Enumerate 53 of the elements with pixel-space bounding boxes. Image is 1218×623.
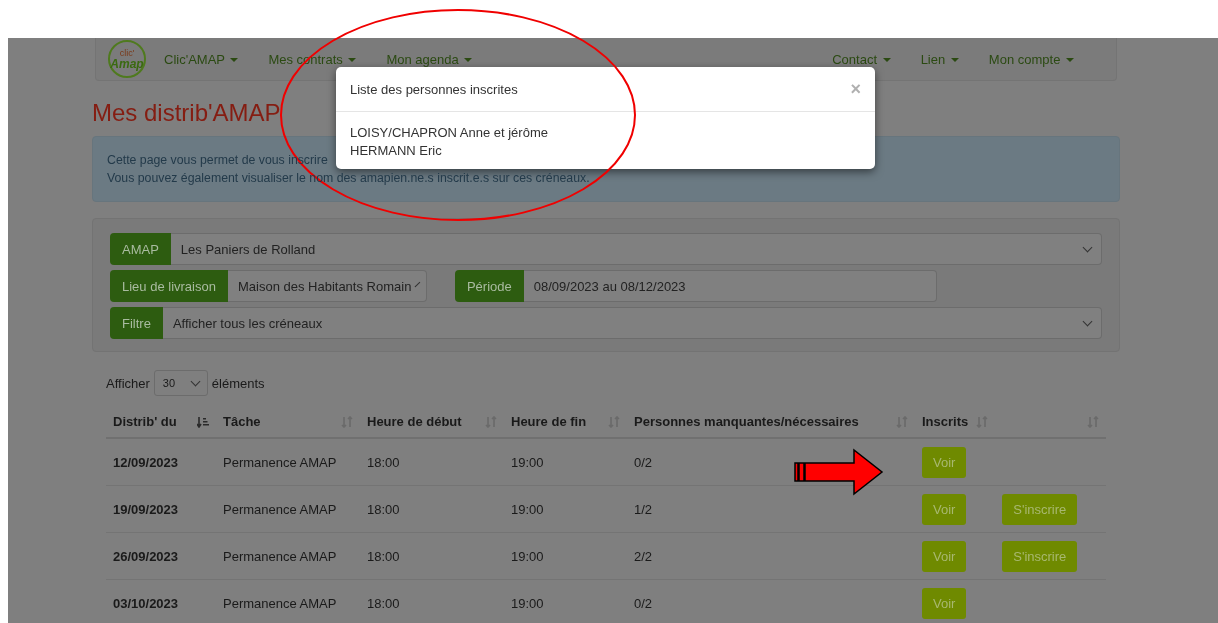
arrow-icon	[794, 448, 884, 496]
table-cell: Permanence AMAP	[216, 485, 360, 533]
table-cell: 0/2	[627, 579, 915, 623]
table-cell: 19:00	[504, 579, 627, 623]
column-header[interactable]: Heure de fin	[504, 406, 627, 438]
signup-button[interactable]: S'inscrire	[1002, 493, 1078, 525]
close-button[interactable]: ×	[850, 78, 861, 100]
length-label: éléments	[211, 375, 265, 391]
page-title: Mes distrib'AMAP	[92, 99, 282, 127]
table-cell: Permanence AMAP	[216, 532, 360, 580]
period-field[interactable]: 08/09/2023 au 08/12/2023	[523, 270, 937, 302]
field-label: Filtre	[110, 307, 163, 339]
person-name: LOISY/CHAPRON Anne et jérôme	[350, 124, 549, 142]
column-header[interactable]: Tâche	[216, 406, 360, 438]
table-cell: 18:00	[360, 532, 504, 580]
modal-title: Liste des personnes inscrites	[350, 81, 518, 97]
filter-select[interactable]: Afficher tous les créneaux	[162, 307, 1102, 339]
table-cell: 19/09/2023	[106, 485, 216, 533]
nav-menu[interactable]: Mon agenda	[386, 51, 473, 67]
table-cell: 19:00	[504, 438, 627, 486]
table-cell: Permanence AMAP	[216, 438, 360, 486]
field-label: AMAP	[110, 233, 171, 265]
person-name: HERMANN Eric	[350, 142, 443, 160]
nav-menu[interactable]: Contact	[832, 51, 891, 67]
location-select[interactable]: Maison des Habitants Romain	[227, 270, 427, 302]
table-cell: 18:00	[360, 485, 504, 533]
amap-select[interactable]: Les Paniers de Rolland	[170, 233, 1102, 265]
table-cell: 18:00	[360, 579, 504, 623]
table-cell: Permanence AMAP	[216, 579, 360, 623]
view-button[interactable]: Voir	[922, 493, 967, 525]
table-cell: 19:00	[504, 532, 627, 580]
nav-menu[interactable]: Lien	[920, 51, 959, 67]
table-cell: 19:00	[504, 485, 627, 533]
table-cell: 03/10/2023	[106, 579, 216, 623]
column-header[interactable]: Inscrits	[915, 406, 996, 438]
view-button[interactable]: Voir	[922, 446, 967, 478]
field-label: Période	[454, 270, 524, 302]
table-cell: 26/09/2023	[106, 532, 216, 580]
signup-button[interactable]: S'inscrire	[1002, 540, 1078, 572]
view-button[interactable]: Voir	[922, 587, 967, 619]
nav-menu[interactable]: Mon compte	[988, 51, 1074, 67]
table-cell: 18:00	[360, 438, 504, 486]
field-label: Lieu de livraison	[110, 270, 228, 302]
view-button[interactable]: Voir	[922, 540, 967, 572]
length-select[interactable]: 30	[153, 370, 208, 396]
column-header[interactable]: Personnes manquantes/nécessaires	[627, 406, 915, 438]
nav-menu[interactable]: Clic'AMAP	[164, 51, 239, 67]
column-header[interactable]: Distrib' du	[106, 406, 216, 438]
table-cell: 2/2	[627, 532, 915, 580]
table-cell: 12/09/2023	[106, 438, 216, 486]
length-label: Afficher	[106, 375, 150, 391]
column-header[interactable]: Heure de début	[360, 406, 504, 438]
logo[interactable]: clic' Amap	[108, 40, 146, 78]
